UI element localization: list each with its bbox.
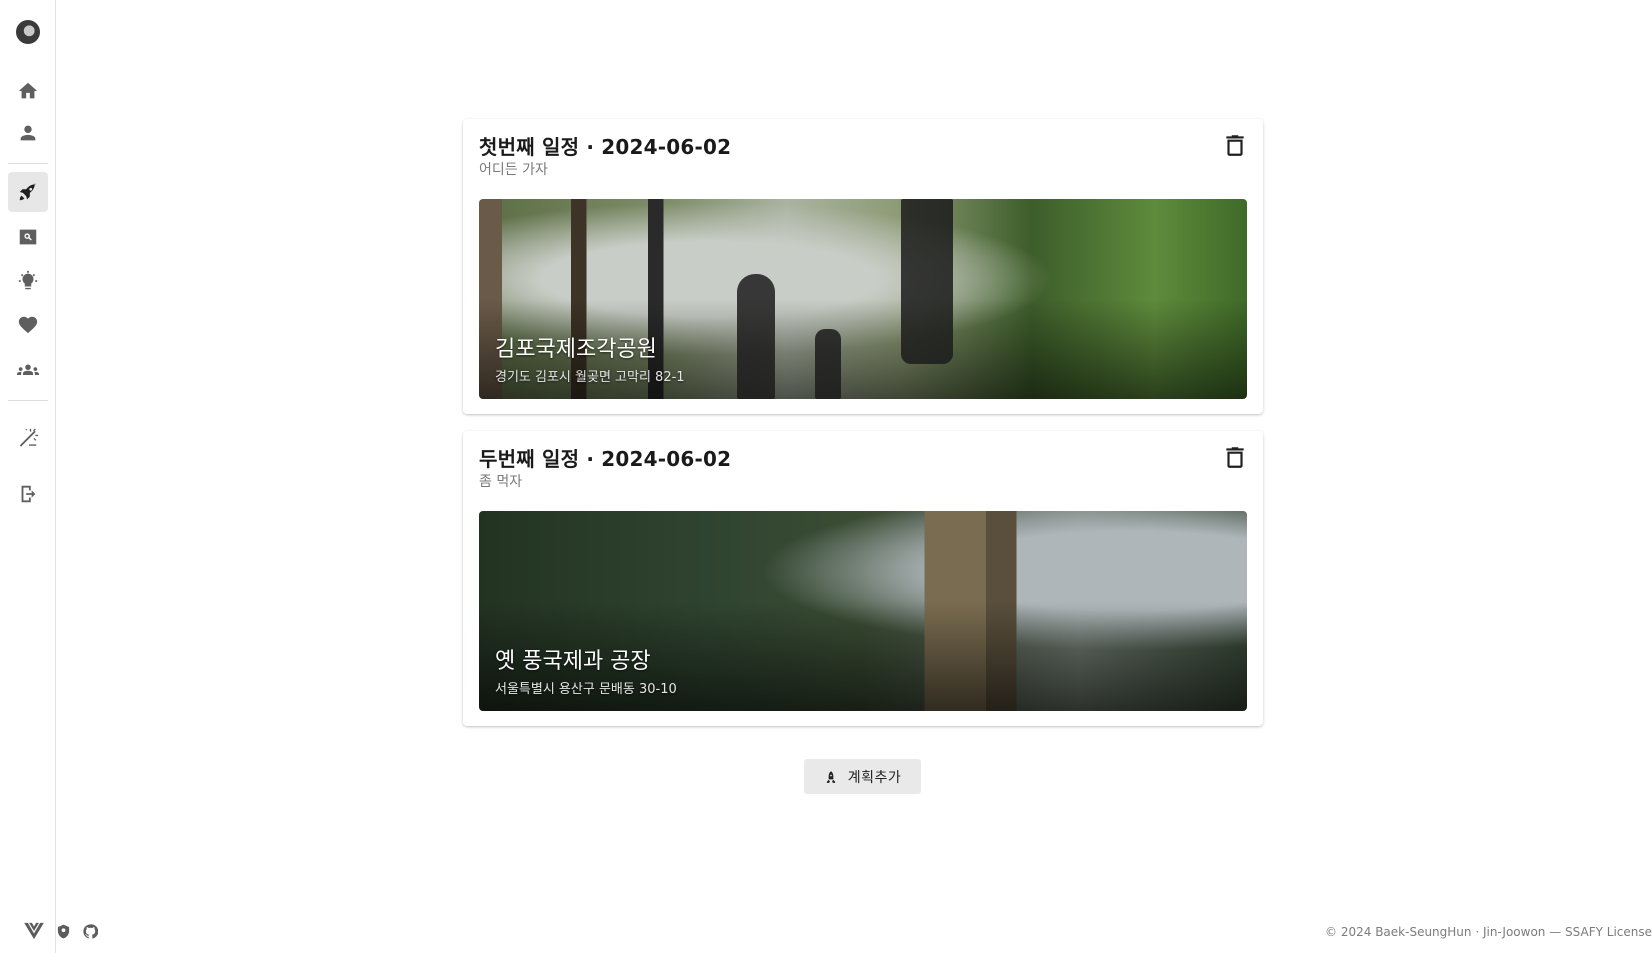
person-icon [20,125,36,141]
nav-community[interactable] [8,350,48,390]
trash-icon [1226,135,1244,156]
statue-silhouette [815,329,841,399]
plan-card: 첫번째 일정 · 2024-06-02 어디든 가자 김포국제조각공원 경기도 … [463,119,1263,414]
nav-magic[interactable] [8,418,48,458]
statue-silhouette [901,199,953,364]
group-icon [17,364,39,376]
trash-icon [1226,447,1244,468]
nav-ideas[interactable] [8,261,48,301]
delete-plan-button[interactable] [1221,131,1249,159]
search-icon [19,229,37,245]
place-address: 서울특별시 용산구 문배동 30-10 [495,682,677,697]
copyright-text: © 2024 Baek-SeungHun · Jin-Joowon — SSAF… [1325,925,1652,939]
statue-silhouette [737,274,775,399]
logout-icon [21,485,36,503]
rocket-icon [826,770,835,783]
place-name: 김포국제조각공원 [495,337,657,362]
shield-icon [57,924,70,938]
plan-card: 두번째 일정 · 2024-06-02 좀 먹자 옛 풍국제과 공장 서울특별시… [463,431,1263,726]
lightbulb-icon [18,270,38,290]
add-plan-button[interactable]: 계획추가 [804,759,921,794]
place-name: 옛 풍국제과 공장 [495,649,651,674]
plan-subtitle: 좀 먹자 [479,474,523,490]
nav-favorites[interactable] [8,305,48,345]
wand-icon [19,428,39,447]
place-address: 경기도 김포시 월곶면 고막리 82-1 [495,370,685,385]
github-link[interactable] [83,923,98,939]
place-photo[interactable]: 김포국제조각공원 경기도 김포시 월곶면 고막리 82-1 [479,199,1247,399]
nav-logout[interactable] [8,474,48,514]
sidebar [0,0,56,953]
plan-title: 두번째 일정 · 2024-06-02 [479,447,732,471]
nav-search[interactable] [8,217,48,257]
nav-home[interactable] [8,71,48,111]
plan-title: 첫번째 일정 · 2024-06-02 [479,135,732,159]
vue-icon [24,922,44,940]
github-icon [83,923,98,938]
add-plan-label: 계획추가 [847,769,902,786]
rocket-icon [19,183,36,201]
user-avatar[interactable] [16,20,40,44]
vue-link[interactable] [24,922,44,940]
heart-icon [18,316,38,334]
place-photo[interactable]: 옛 풍국제과 공장 서울특별시 용산구 문배동 30-10 [479,511,1247,711]
plan-subtitle: 어디든 가자 [479,162,548,178]
nav-plan[interactable] [8,172,48,212]
home-icon [18,82,38,99]
footer-icons [24,922,98,940]
nav-profile[interactable] [8,113,48,153]
delete-plan-button[interactable] [1221,443,1249,471]
sidebar-divider [8,163,48,164]
sidebar-divider [8,400,48,401]
security-link[interactable] [56,924,71,939]
